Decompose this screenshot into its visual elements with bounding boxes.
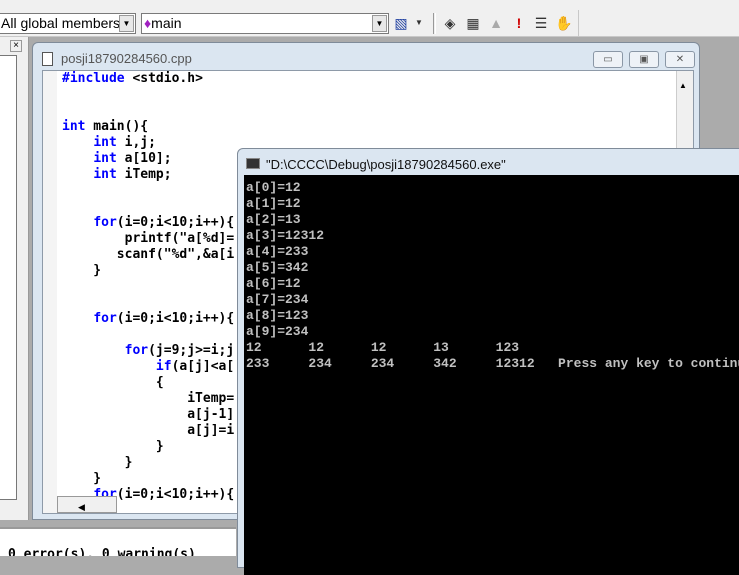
scroll-left-icon[interactable]: ◀ [78, 502, 85, 512]
code-line: } [62, 263, 102, 278]
code-line: #include <stdio.h> [62, 71, 203, 86]
code-line: } [62, 471, 102, 486]
wizard-icon[interactable]: ▧ [392, 14, 410, 32]
chevron-down-icon[interactable]: ▼ [372, 15, 387, 32]
code-line: iTemp= [62, 391, 235, 406]
code-text: #include <stdio.h> int main(){ int i,j; … [62, 71, 234, 503]
scroll-up-icon[interactable]: ▲ [679, 81, 693, 90]
function-combo[interactable]: ♦main ▼ [141, 13, 389, 34]
build-output-text: 0 error(s), 0 warning(s) [8, 547, 196, 556]
compile-icon[interactable]: ◈ [441, 14, 459, 32]
workspace-pane: × [0, 37, 29, 520]
minimize-button[interactable]: ▭ [593, 51, 623, 68]
wizard-toolbar: All global members ▼ ♦main ▼ ▧ ▼ ◈ ▦ ▲ ! ☰… [0, 10, 739, 37]
code-line: printf("a[%d]= [62, 231, 235, 246]
code-line: if(a[j]<a[ [155, 359, 235, 374]
code-line: } [62, 439, 164, 454]
console-window: "D:\CCCC\Debug\posji18790284560.exe" a[0… [237, 148, 739, 575]
editor-title: posji18790284560.cpp [61, 51, 192, 66]
close-button[interactable]: ✕ [665, 51, 695, 68]
console-output: a[0]=12 a[1]=12 a[2]=13 a[3]=12312 a[4]=… [246, 180, 739, 371]
code-line: int a[10]; [93, 151, 172, 166]
code-line: for(j=9;j>=i;j [124, 343, 235, 358]
execute-icon[interactable]: ! [510, 14, 528, 32]
code-line: int iTemp; [93, 167, 172, 182]
step-icon[interactable]: ☰ [532, 14, 550, 32]
code-line: } [62, 455, 133, 470]
code-line: int i,j; [93, 135, 156, 150]
breakpoint-hand-icon[interactable]: ✋ [555, 14, 573, 32]
toolbar-divider [433, 13, 436, 34]
stop-build-icon[interactable]: ▲ [487, 14, 505, 32]
editor-gutter [43, 71, 57, 513]
code-line: for(i=0;i<10;i++){ [93, 311, 235, 326]
code-line: scanf("%d",&a[i [62, 247, 235, 262]
code-line: a[j-1] [62, 407, 235, 422]
chevron-down-icon[interactable]: ▼ [119, 15, 134, 32]
console-output-area[interactable]: a[0]=12 a[1]=12 a[2]=13 a[3]=12312 a[4]=… [244, 175, 739, 575]
toolbar-divider [578, 10, 579, 37]
console-icon [246, 158, 260, 169]
code-line: int main(){ [62, 119, 149, 134]
scope-value: All global members [1, 15, 121, 31]
workspace-tree[interactable] [0, 55, 17, 500]
build-icon[interactable]: ▦ [464, 14, 482, 32]
console-title: "D:\CCCC\Debug\posji18790284560.exe" [266, 157, 506, 172]
cpp-file-icon [42, 52, 53, 66]
code-line: a[j]=i [62, 423, 235, 438]
function-value: main [151, 15, 182, 31]
output-panel: 0 error(s), 0 warning(s) [0, 527, 236, 556]
code-line: { [62, 375, 164, 390]
maximize-button[interactable]: ▣ [629, 51, 659, 68]
chevron-down-icon[interactable]: ▼ [410, 14, 428, 32]
scope-combo[interactable]: All global members ▼ [0, 13, 136, 34]
close-icon[interactable]: × [10, 40, 22, 52]
code-line: for(i=0;i<10;i++){ [93, 215, 235, 230]
horizontal-scrollbar[interactable]: ◀ [57, 496, 117, 513]
